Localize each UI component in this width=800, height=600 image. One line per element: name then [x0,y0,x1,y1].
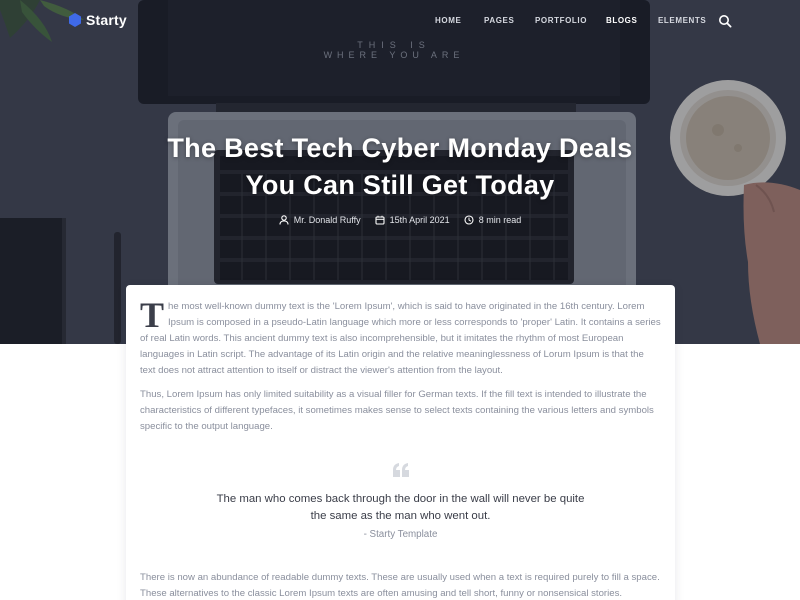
nav-home[interactable]: HOME [435,16,461,25]
meta-date: 15th April 2021 [375,215,450,225]
article-title-line1: The Best Tech Cyber Monday Deals [167,133,633,163]
search-icon[interactable] [718,14,732,28]
meta-read-time-text: 8 min read [478,215,522,225]
dropcap-letter: T [140,295,165,335]
nav-pages[interactable]: PAGES [484,16,514,25]
blockquote: The man who comes back through the door … [140,463,661,540]
brand-name: Starty [86,12,127,28]
hexagon-logo-icon [69,13,81,27]
quote-author: - Starty Template [363,529,438,540]
article-paragraph-3: There is now an abundance of readable du… [140,572,660,599]
quote-icon [392,463,409,477]
article-title-line2: You Can Still Get Today [245,170,555,200]
meta-date-text: 15th April 2021 [389,215,450,225]
meta-author[interactable]: Mr. Donald Ruffy [279,215,361,225]
article-title: The Best Tech Cyber Monday Deals You Can… [100,130,700,204]
nav-elements[interactable]: ELEMENTS [658,16,706,25]
clock-icon [464,215,474,225]
nav-blogs[interactable]: BLOGS [606,16,637,25]
article-meta: Mr. Donald Ruffy 15th April 2021 8 min r… [0,215,800,225]
top-navbar: Starty HOME PAGES PORTFOLIO BLOGS ELEMEN… [0,0,800,42]
nav-portfolio[interactable]: PORTFOLIO [535,16,587,25]
quote-text: The man who comes back through the door … [216,493,585,522]
article-paragraph-2: Thus, Lorem Ipsum has only limited suita… [140,389,654,432]
meta-author-name: Mr. Donald Ruffy [293,215,361,225]
article-paragraph-1: The most well-known dummy text is the 'L… [140,295,661,379]
article-card: The most well-known dummy text is the 'L… [126,285,675,600]
meta-read-time: 8 min read [464,215,522,225]
brand-logo[interactable]: Starty [68,12,127,28]
calendar-icon [375,215,385,225]
user-icon [279,215,289,225]
article-paragraph-1-text: he most well-known dummy text is the 'Lo… [140,301,661,376]
